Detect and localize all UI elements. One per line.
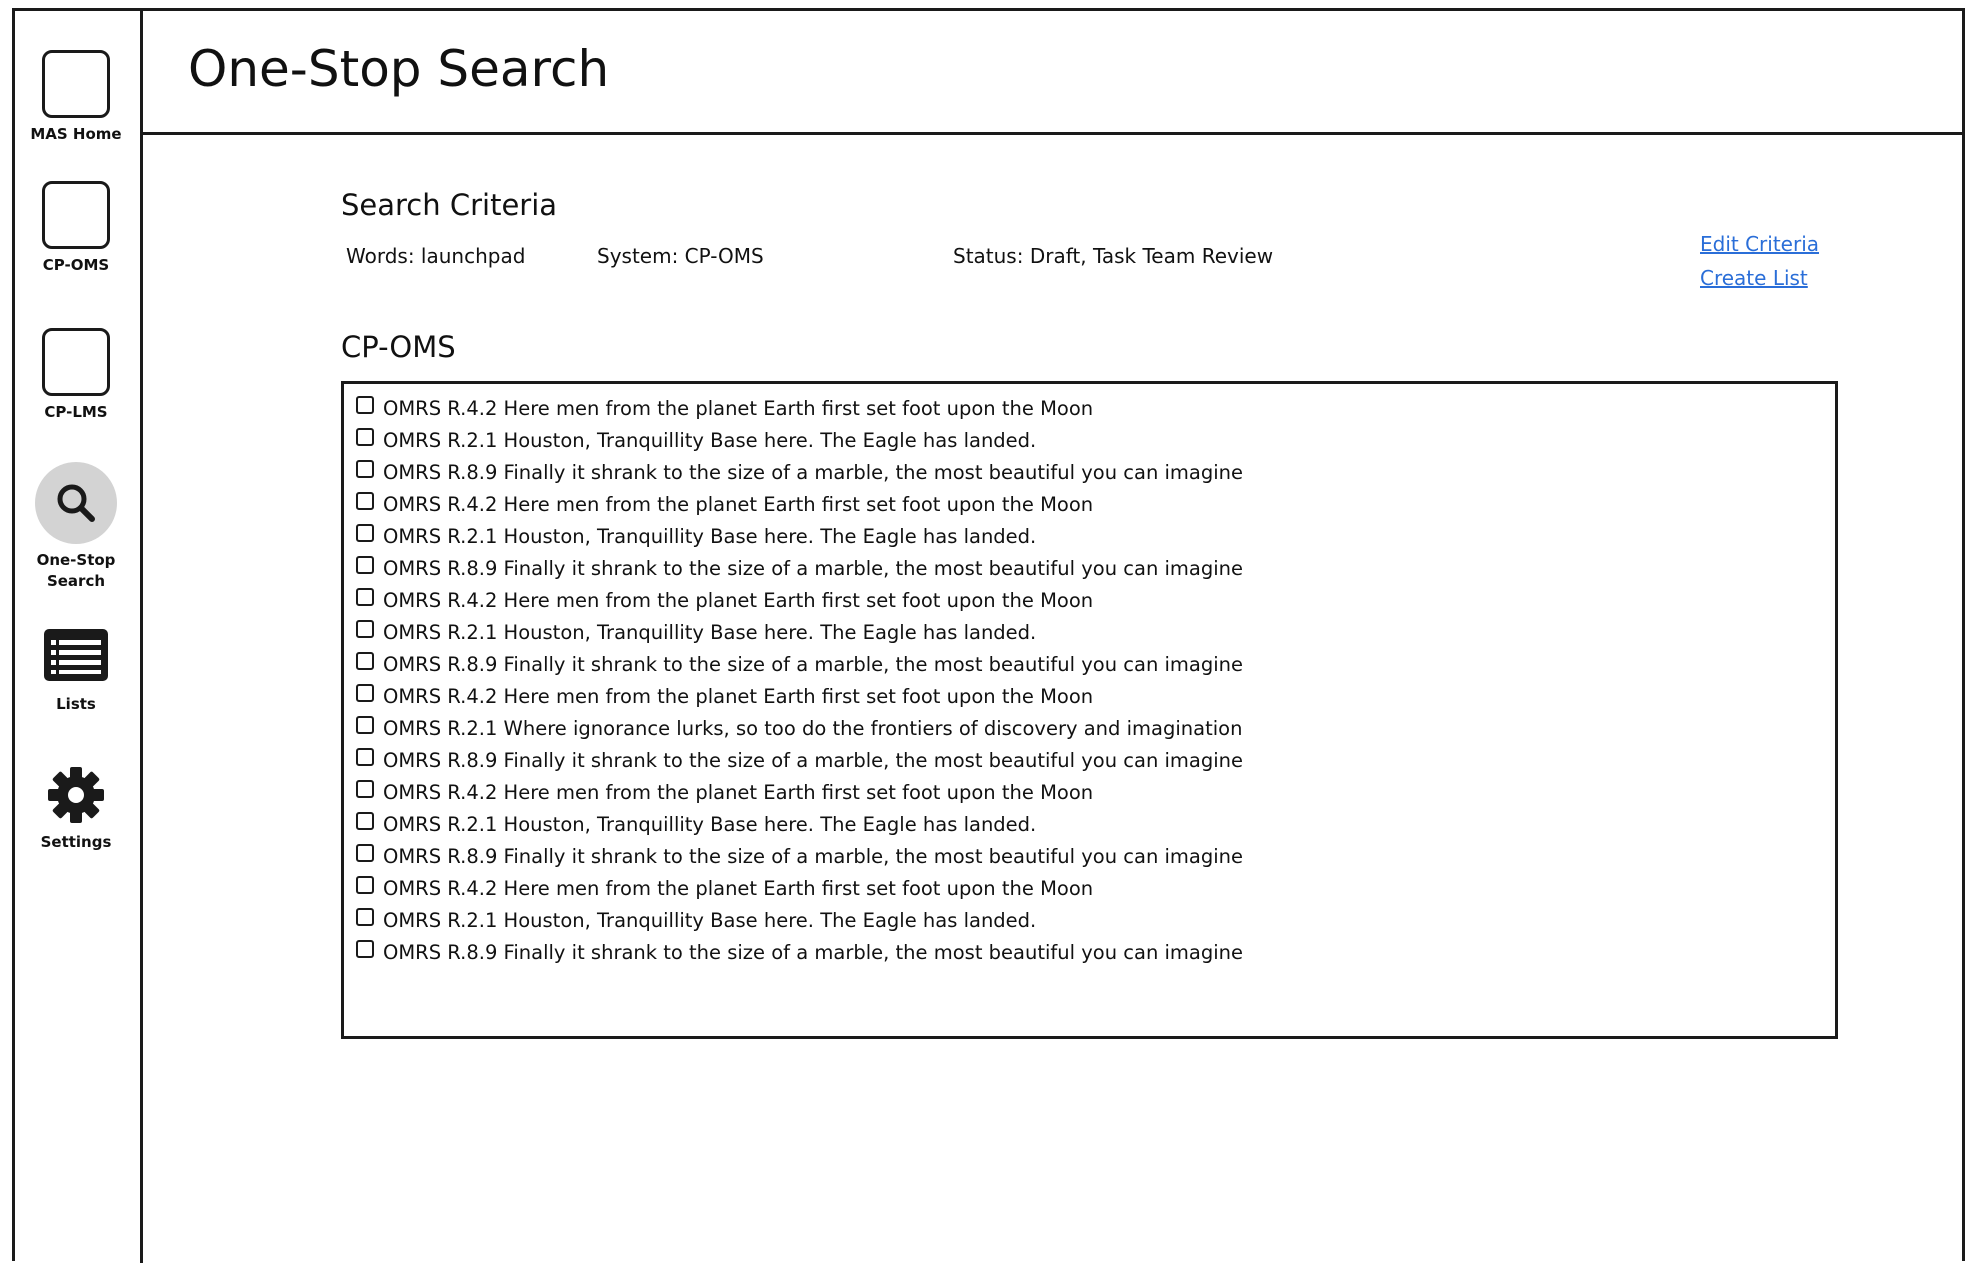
result-text: OMRS R.4.2 Here men from the planet Eart…	[383, 876, 1094, 900]
result-text: OMRS R.2.1 Houston, Tranquillity Base he…	[383, 620, 1037, 644]
result-text: OMRS R.8.9 Finally it shrank to the size…	[383, 748, 1244, 772]
result-checkbox[interactable]	[356, 940, 374, 958]
sidebar-item-label: MAS Home	[30, 125, 122, 143]
result-checkbox[interactable]	[356, 652, 374, 670]
sidebar-item-settings[interactable]: Settings	[12, 766, 140, 853]
sidebar-item-label: Settings	[40, 833, 112, 851]
result-text: OMRS R.4.2 Here men from the planet Eart…	[383, 396, 1094, 420]
list-item: OMRS R.8.9 Finally it shrank to the size…	[356, 456, 1835, 488]
result-checkbox[interactable]	[356, 812, 374, 830]
square-placeholder-icon	[42, 50, 110, 118]
sidebar-item-label: CP-LMS	[44, 403, 108, 421]
square-placeholder-icon	[42, 181, 110, 249]
result-checkbox[interactable]	[356, 428, 374, 446]
list-item: OMRS R.8.9 Finally it shrank to the size…	[356, 552, 1835, 584]
result-checkbox[interactable]	[356, 556, 374, 574]
sidebar-item-label-line1: One-Stop	[36, 551, 116, 569]
sidebar-item-mas-home[interactable]: MAS Home	[12, 50, 140, 145]
result-checkbox[interactable]	[356, 492, 374, 510]
list-item: OMRS R.4.2 Here men from the planet Eart…	[356, 392, 1835, 424]
result-checkbox[interactable]	[356, 620, 374, 638]
sidebar-item-one-stop-search[interactable]: One-Stop Search	[12, 462, 140, 592]
result-text: OMRS R.2.1 Houston, Tranquillity Base he…	[383, 428, 1037, 452]
result-checkbox[interactable]	[356, 908, 374, 926]
result-checkbox[interactable]	[356, 748, 374, 766]
results-list: OMRS R.4.2 Here men from the planet Eart…	[344, 384, 1835, 968]
list-item: OMRS R.8.9 Finally it shrank to the size…	[356, 840, 1835, 872]
list-icon-wrap	[12, 628, 140, 682]
results-heading: CP-OMS	[341, 330, 456, 364]
result-checkbox[interactable]	[356, 876, 374, 894]
list-item: OMRS R.4.2 Here men from the planet Eart…	[356, 680, 1835, 712]
result-text: OMRS R.4.2 Here men from the planet Eart…	[383, 684, 1094, 708]
list-item: OMRS R.2.1 Houston, Tranquillity Base he…	[356, 616, 1835, 648]
result-text: OMRS R.2.1 Houston, Tranquillity Base he…	[383, 812, 1037, 836]
list-item: OMRS R.2.1 Houston, Tranquillity Base he…	[356, 520, 1835, 552]
result-text: OMRS R.2.1 Houston, Tranquillity Base he…	[383, 524, 1037, 548]
list-item: OMRS R.4.2 Here men from the planet Eart…	[356, 872, 1835, 904]
list-item: OMRS R.2.1 Houston, Tranquillity Base he…	[356, 904, 1835, 936]
result-text: OMRS R.2.1 Where ignorance lurks, so too…	[383, 716, 1243, 740]
sidebar-item-lists[interactable]: Lists	[12, 628, 140, 715]
gear-icon-wrap	[12, 766, 140, 824]
result-text: OMRS R.4.2 Here men from the planet Eart…	[383, 492, 1094, 516]
result-text: OMRS R.4.2 Here men from the planet Eart…	[383, 588, 1094, 612]
sidebar-item-label: One-Stop Search	[12, 550, 140, 592]
result-checkbox[interactable]	[356, 396, 374, 414]
sidebar-item-cp-lms[interactable]: CP-LMS	[12, 328, 140, 423]
result-checkbox[interactable]	[356, 524, 374, 542]
result-checkbox[interactable]	[356, 588, 374, 606]
result-checkbox[interactable]	[356, 716, 374, 734]
page-title: One-Stop Search	[188, 40, 610, 98]
square-placeholder-icon	[42, 328, 110, 396]
header-divider	[143, 132, 1965, 135]
list-item: OMRS R.2.1 Houston, Tranquillity Base he…	[356, 808, 1835, 840]
results-panel: OMRS R.4.2 Here men from the planet Eart…	[341, 381, 1838, 1039]
result-text: OMRS R.8.9 Finally it shrank to the size…	[383, 460, 1244, 484]
edit-criteria-link[interactable]: Edit Criteria	[1700, 232, 1819, 256]
criteria-system: System: CP-OMS	[597, 244, 764, 268]
criteria-status: Status: Draft, Task Team Review	[953, 244, 1274, 268]
search-icon	[57, 484, 95, 522]
result-checkbox[interactable]	[356, 780, 374, 798]
result-text: OMRS R.4.2 Here men from the planet Eart…	[383, 780, 1094, 804]
result-text: OMRS R.8.9 Finally it shrank to the size…	[383, 652, 1244, 676]
sidebar-item-label: CP-OMS	[42, 256, 110, 274]
list-item: OMRS R.8.9 Finally it shrank to the size…	[356, 744, 1835, 776]
sidebar: MAS Home CP-OMS CP-LMS One-Stop Search L…	[12, 8, 143, 1263]
result-checkbox[interactable]	[356, 844, 374, 862]
list-item: OMRS R.4.2 Here men from the planet Eart…	[356, 584, 1835, 616]
sidebar-item-label: Lists	[56, 695, 96, 713]
search-criteria-heading: Search Criteria	[341, 188, 558, 222]
sidebar-item-label-line2: Search	[46, 572, 106, 590]
list-icon	[44, 629, 108, 681]
active-highlight	[35, 462, 117, 544]
list-item: OMRS R.2.1 Houston, Tranquillity Base he…	[356, 424, 1835, 456]
result-text: OMRS R.8.9 Finally it shrank to the size…	[383, 844, 1244, 868]
criteria-words: Words: launchpad	[346, 244, 526, 268]
create-list-link[interactable]: Create List	[1700, 266, 1808, 290]
result-checkbox[interactable]	[356, 460, 374, 478]
gear-icon	[48, 767, 104, 823]
list-item: OMRS R.4.2 Here men from the planet Eart…	[356, 488, 1835, 520]
result-text: OMRS R.8.9 Finally it shrank to the size…	[383, 940, 1244, 964]
list-item: OMRS R.8.9 Finally it shrank to the size…	[356, 648, 1835, 680]
result-text: OMRS R.2.1 Houston, Tranquillity Base he…	[383, 908, 1037, 932]
list-item: OMRS R.8.9 Finally it shrank to the size…	[356, 936, 1835, 968]
list-item: OMRS R.2.1 Where ignorance lurks, so too…	[356, 712, 1835, 744]
sidebar-item-cp-oms[interactable]: CP-OMS	[12, 181, 140, 276]
result-checkbox[interactable]	[356, 684, 374, 702]
result-text: OMRS R.8.9 Finally it shrank to the size…	[383, 556, 1244, 580]
list-item: OMRS R.4.2 Here men from the planet Eart…	[356, 776, 1835, 808]
